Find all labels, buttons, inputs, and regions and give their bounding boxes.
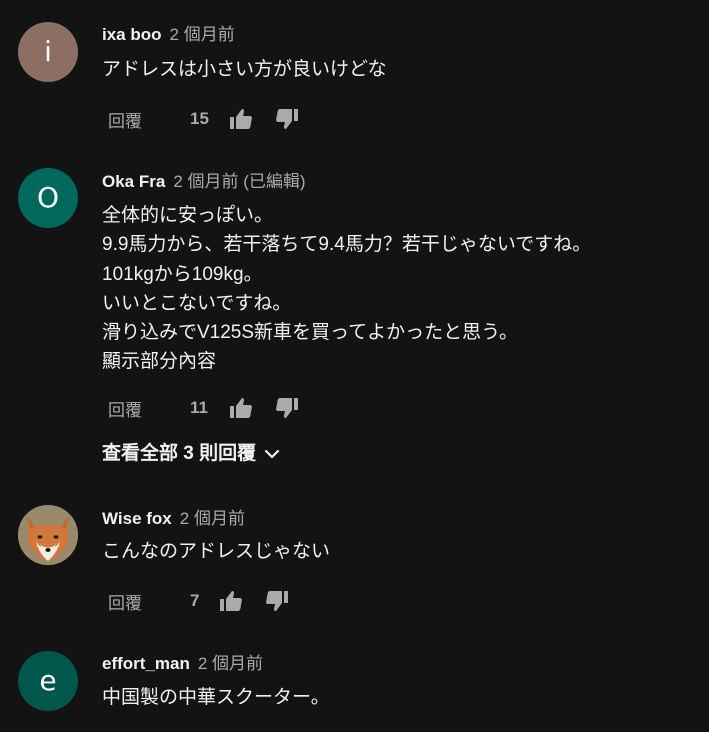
avatar[interactable]: i — [18, 22, 78, 82]
like-count: 11 — [190, 398, 208, 417]
comment-line: 101kgから109kg。 — [102, 263, 263, 285]
comment-text: 中国製の中華スクーター。 — [102, 683, 330, 712]
comment-line: 9.9馬力から、若干落ちて9.4馬力？若干じゃないですね。 — [102, 234, 592, 256]
comment-actions: 回覆 15 — [102, 104, 300, 134]
avatar[interactable]: O — [18, 168, 78, 228]
comment-time[interactable]: 2 個月前 — [198, 654, 263, 673]
like-count: 7 — [190, 591, 200, 610]
comment-line: こんなのアドレスじゃない — [102, 541, 331, 562]
comment-actions: 回覆 7 — [102, 586, 290, 616]
thumbs-up-icon[interactable] — [228, 106, 254, 132]
avatar[interactable]: e — [18, 651, 78, 711]
comment-time[interactable]: 2 個月前 — [180, 509, 245, 528]
author-name[interactable]: effort_man — [102, 654, 190, 673]
comment-header: Wise fox 2 個月前 — [102, 507, 245, 531]
thumbs-up-icon[interactable] — [218, 588, 244, 614]
comment-time[interactable]: 2 個月前 — [170, 25, 235, 44]
thumbs-up-icon[interactable] — [228, 395, 254, 421]
comment-text: 全体的に安っぽい。 9.9馬力から、若干落ちて9.4馬力？若干じゃないですね。 … — [102, 201, 591, 377]
chevron-down-icon — [264, 448, 280, 460]
read-more-link[interactable]: 顯示部分內容 — [102, 347, 591, 376]
comment-line: いいとこないですね。 — [102, 292, 292, 314]
comment-text: こんなのアドレスじゃない — [102, 537, 330, 566]
thumbs-down-icon[interactable] — [264, 588, 290, 614]
reply-button[interactable]: 回覆 — [102, 396, 154, 421]
comment-time[interactable]: 2 個月前 (已編輯) — [173, 172, 305, 191]
reply-button[interactable]: 回覆 — [102, 107, 154, 132]
like-count: 15 — [190, 109, 209, 128]
view-replies-label: 查看全部 3 則回覆 — [102, 443, 257, 464]
comment-line: 滑り込みでV125S新車を買ってよかったと思う。 — [102, 322, 518, 344]
comment-text: アドレスは小さい方が良いけどな — [102, 55, 387, 84]
thumbs-down-icon[interactable] — [274, 106, 300, 132]
comment-line: 中国製の中華スクーター。 — [102, 687, 330, 708]
reply-button[interactable]: 回覆 — [102, 589, 154, 614]
author-name[interactable]: Oka Fra — [102, 172, 165, 191]
fox-avatar-image — [18, 505, 78, 565]
avatar[interactable] — [18, 505, 78, 565]
comment-line: アドレスは小さい方が良いけどな — [102, 59, 387, 80]
comment-header: ixa boo 2 個月前 — [102, 23, 235, 47]
comment-line: 全体的に安っぽい。 — [102, 205, 274, 226]
author-name[interactable]: Wise fox — [102, 509, 172, 528]
comment-header: effort_man 2 個月前 — [102, 652, 263, 676]
thumbs-down-icon[interactable] — [274, 395, 300, 421]
view-replies-button[interactable]: 查看全部 3 則回覆 — [102, 439, 280, 469]
comment-header: Oka Fra 2 個月前 (已編輯) — [102, 170, 306, 194]
comment-actions: 回覆 11 — [102, 393, 300, 423]
author-name[interactable]: ixa boo — [102, 25, 162, 44]
